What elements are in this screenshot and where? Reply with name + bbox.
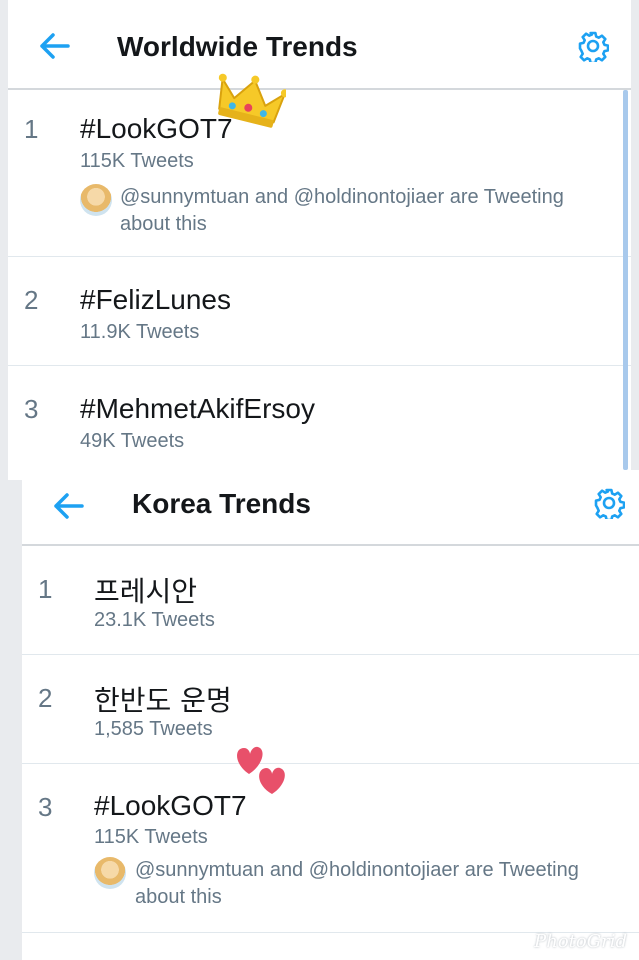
trend-name[interactable]: #MehmetAkifErsoy: [80, 393, 315, 425]
korea-trends-panel: Korea Trends 1 프레시안 23.1K Tweets 2 한반도 운…: [22, 470, 639, 960]
trend-name[interactable]: 한반도 운명: [94, 679, 232, 719]
tweeting-line: about this: [135, 886, 222, 908]
tweeting-line: @sunnymtuan and @holdinontojiaer are Twe…: [120, 186, 564, 208]
worldwide-header: Worldwide Trends: [8, 0, 631, 88]
crown-sticker-icon: [214, 72, 289, 135]
trend-row-1[interactable]: 1 프레시안 23.1K Tweets: [22, 546, 639, 655]
gear-icon[interactable]: [593, 487, 626, 524]
tweeting-line: @sunnymtuan and @holdinontojiaer are Twe…: [135, 859, 579, 881]
trend-row-3[interactable]: 3 #LookGOT7 115K Tweets @sunnymtuan and …: [22, 764, 639, 933]
trend-rank: 1: [24, 114, 39, 144]
hearts-sticker-icon: [232, 742, 294, 803]
tweeting-line: about this: [120, 213, 207, 235]
trend-row-1[interactable]: 1 #LookGOT7 115K Tweets @sunnymtuan and …: [8, 90, 631, 257]
trend-rank: 3: [38, 792, 53, 822]
tweet-count: 115K Tweets: [80, 150, 194, 172]
trend-name[interactable]: 프레시안: [94, 570, 197, 610]
back-arrow-icon[interactable]: [52, 492, 84, 525]
trend-name[interactable]: #FelizLunes: [80, 284, 231, 316]
tweet-count: 1,585 Tweets: [94, 718, 213, 740]
trend-rank: 2: [38, 683, 53, 713]
trend-rank: 2: [24, 285, 39, 315]
page-title: Worldwide Trends: [117, 31, 358, 62]
back-arrow-icon[interactable]: [38, 32, 70, 65]
page-title: Korea Trends: [132, 488, 311, 519]
tweet-count: 23.1K Tweets: [94, 609, 215, 631]
avatar: [80, 184, 112, 216]
worldwide-trends-panel: Worldwide Trends 1 #LookGOT7 115K Tweets…: [8, 0, 631, 480]
trend-rank: 3: [24, 394, 39, 424]
trend-name[interactable]: #LookGOT7: [80, 113, 233, 145]
scrollbar[interactable]: [623, 90, 628, 470]
korea-header: Korea Trends: [22, 470, 639, 544]
trend-rank: 1: [38, 574, 53, 604]
tweet-count: 115K Tweets: [94, 826, 208, 848]
avatar: [94, 857, 126, 889]
tweet-count: 49K Tweets: [80, 430, 185, 452]
watermark: PhotoGrid: [534, 931, 627, 952]
tweet-count: 11.9K Tweets: [80, 321, 200, 343]
trend-name[interactable]: #LookGOT7: [94, 790, 247, 822]
trend-row-2[interactable]: 2 #FelizLunes 11.9K Tweets: [8, 257, 631, 366]
trend-row-3[interactable]: 3 #MehmetAkifErsoy 49K Tweets: [8, 366, 631, 480]
tweeting-text: @sunnymtuan and @holdinontojiaer are Twe…: [135, 857, 579, 911]
tweeting-text: @sunnymtuan and @holdinontojiaer are Twe…: [120, 184, 564, 238]
gear-icon[interactable]: [577, 30, 610, 67]
trend-row-2[interactable]: 2 한반도 운명 1,585 Tweets: [22, 655, 639, 764]
